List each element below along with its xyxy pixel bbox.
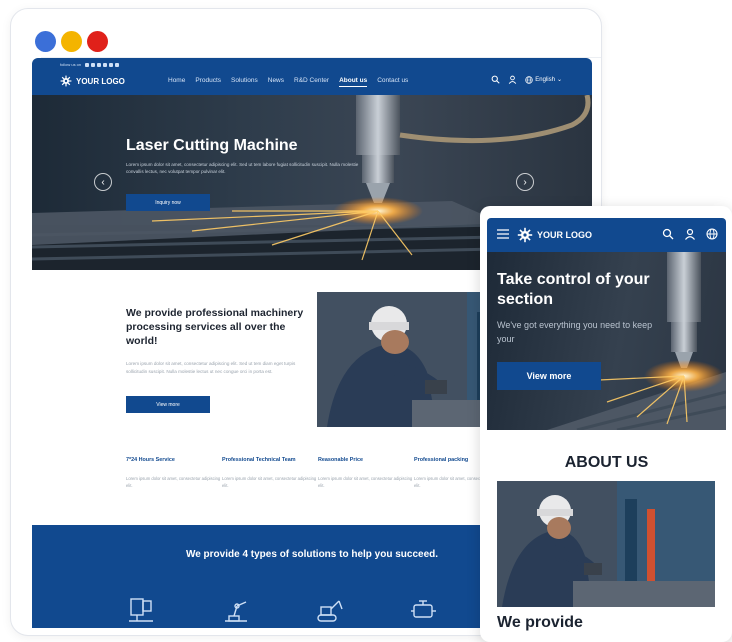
feature-desc: Lorem ipsum dolor sit amet, consectetur …: [126, 476, 221, 488]
top-social-bar: follow us on: [60, 62, 120, 67]
header-icons: English ⌄: [491, 75, 562, 84]
search-icon[interactable]: [662, 228, 674, 240]
nav-home[interactable]: Home: [168, 77, 185, 87]
mobile-hero-subtitle: We've got everything you need to keep yo…: [497, 320, 653, 344]
feature-desc: Lorem ipsum dolor sit amet, consectetur …: [318, 476, 413, 488]
user-icon[interactable]: [684, 228, 696, 240]
mobile-logo[interactable]: YOUR LOGO: [517, 227, 592, 243]
hero-subtitle: Lorem ipsum dolor sit amet, consectetur …: [126, 162, 359, 174]
globe-icon: [525, 75, 533, 84]
desktop-nav: Home Products Solutions News R&D Center …: [168, 77, 408, 87]
solutions-icons: [127, 597, 439, 623]
mobile-view-more-button[interactable]: View more: [497, 362, 601, 390]
window-dot-yellow[interactable]: [61, 31, 82, 52]
mobile-hero: Take control of your section We've got e…: [487, 252, 726, 430]
mobile-worker-image: [497, 481, 715, 607]
language-selector[interactable]: English ⌄: [525, 75, 562, 84]
language-label: English: [535, 76, 555, 83]
about-body: Lorem ipsum dolor sit amet, consectetur …: [126, 361, 296, 374]
social-icons[interactable]: [85, 62, 120, 67]
logo-text: YOUR LOGO: [76, 76, 125, 86]
window-dot-red[interactable]: [87, 31, 108, 52]
follow-text: follow us on: [60, 62, 82, 67]
nav-about-us[interactable]: About us: [339, 77, 368, 87]
mobile-provide-heading: We provide: [497, 614, 583, 631]
feature-desc: Lorem ipsum dolor sit amet, consectetur …: [222, 476, 317, 488]
nav-news[interactable]: News: [268, 77, 284, 87]
hamburger-menu-icon[interactable]: [497, 229, 509, 239]
mobile-header: YOUR LOGO: [487, 218, 726, 252]
chevron-down-icon: ⌄: [556, 77, 562, 83]
nav-contact-us[interactable]: Contact us: [377, 77, 408, 87]
excavator-icon[interactable]: [315, 597, 345, 623]
hero-title: Laser Cutting Machine: [126, 137, 298, 154]
feature-title: 7*24 Hours Service: [126, 457, 175, 463]
mobile-hero-title: Take control of your section: [497, 271, 650, 308]
feature-title: Professional Technical Team: [222, 457, 296, 463]
solutions-title: We provide 4 types of solutions to help …: [185, 549, 439, 560]
hero-prev-arrow[interactable]: ‹: [94, 173, 112, 191]
nav-rd-center[interactable]: R&D Center: [294, 77, 329, 87]
desktop-logo[interactable]: YOUR LOGO: [60, 75, 125, 87]
search-icon[interactable]: [491, 75, 500, 84]
mobile-preview: YOUR LOGO Take control of your section W…: [480, 206, 732, 642]
engine-icon[interactable]: [409, 597, 439, 623]
feature-item: Reasonable Price Lorem ipsum dolor sit a…: [318, 456, 414, 489]
logo-gear-icon: [517, 227, 533, 243]
microscope-icon[interactable]: [127, 597, 157, 623]
about-title: We provide professional machinery proces…: [126, 307, 304, 347]
nav-products[interactable]: Products: [195, 77, 221, 87]
feature-item: Professional Technical Team Lorem ipsum …: [222, 456, 318, 489]
hero-next-arrow[interactable]: ›: [516, 173, 534, 191]
desktop-header: follow us on YOUR LOGO Home Products Sol…: [32, 58, 592, 95]
robot-arm-icon[interactable]: [221, 597, 251, 623]
nav-solutions[interactable]: Solutions: [231, 77, 258, 87]
inquiry-button[interactable]: Inquiry now: [126, 194, 210, 211]
mobile-header-icons: [662, 228, 718, 240]
window-dot-blue[interactable]: [35, 31, 56, 52]
globe-icon[interactable]: [706, 228, 718, 240]
logo-gear-icon: [60, 75, 72, 87]
feature-title: Reasonable Price: [318, 457, 363, 463]
mobile-logo-text: YOUR LOGO: [537, 230, 593, 240]
mobile-about-heading: ABOUT US: [564, 454, 649, 471]
about-view-more-button[interactable]: View more: [126, 396, 210, 413]
window-controls: [35, 31, 108, 52]
feature-item: 7*24 Hours Service Lorem ipsum dolor sit…: [126, 456, 222, 489]
user-icon[interactable]: [508, 75, 517, 84]
